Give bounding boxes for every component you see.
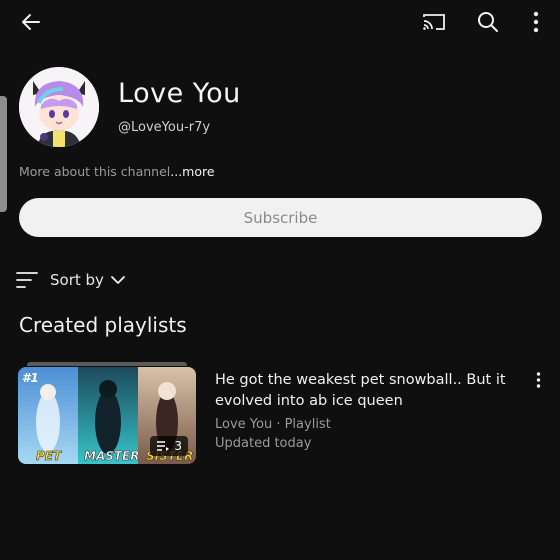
top-bar: [0, 0, 560, 44]
subscribe-button[interactable]: Subscribe: [19, 198, 542, 237]
section-title: Created playlists: [19, 313, 187, 337]
avatar[interactable]: [19, 67, 99, 147]
channel-handle: @LoveYou-r7y: [118, 120, 211, 135]
playlist-thumbnail[interactable]: #1 PET MASTER SISTER 3: [18, 367, 196, 464]
cast-button[interactable]: [416, 4, 452, 40]
chevron-down-icon: [111, 276, 125, 284]
video-count: 3: [174, 439, 182, 453]
channel-name: Love You: [118, 78, 241, 109]
thumb-label-pet: PET: [36, 449, 62, 463]
sort-icon: [16, 272, 38, 288]
playlist-title[interactable]: He got the weakest pet snowball.. But it…: [215, 370, 525, 412]
avatar-image: [19, 67, 99, 147]
playlist-item[interactable]: #1 PET MASTER SISTER 3 He got the weakes…: [18, 362, 548, 464]
playlist-more-button[interactable]: [528, 368, 548, 392]
channel-about[interactable]: More about this channel...more: [19, 164, 215, 179]
playlist-updated: Updated today: [215, 436, 312, 451]
thumbnail-stack-edge: [27, 362, 187, 366]
search-icon: [478, 12, 498, 32]
more-vert-icon: [533, 11, 539, 33]
sort-by-button[interactable]: Sort by: [16, 266, 126, 294]
about-text: More about this channel: [19, 164, 171, 179]
overflow-menu-button[interactable]: [518, 4, 554, 40]
video-count-badge: 3: [150, 436, 188, 456]
edge-panel-handle[interactable]: [0, 96, 7, 212]
playlist-icon: [157, 441, 170, 451]
playlist-owner: Love You · Playlist: [215, 417, 331, 432]
thumb-rank-label: #1: [22, 371, 39, 385]
about-more-link[interactable]: ...more: [170, 164, 214, 179]
back-button[interactable]: [13, 4, 49, 40]
cast-icon: [423, 14, 445, 30]
more-vert-icon: [536, 372, 540, 388]
thumb-label-master: MASTER: [84, 449, 140, 463]
search-button[interactable]: [470, 4, 506, 40]
sort-label: Sort by: [50, 271, 104, 289]
back-arrow-icon: [22, 14, 40, 30]
